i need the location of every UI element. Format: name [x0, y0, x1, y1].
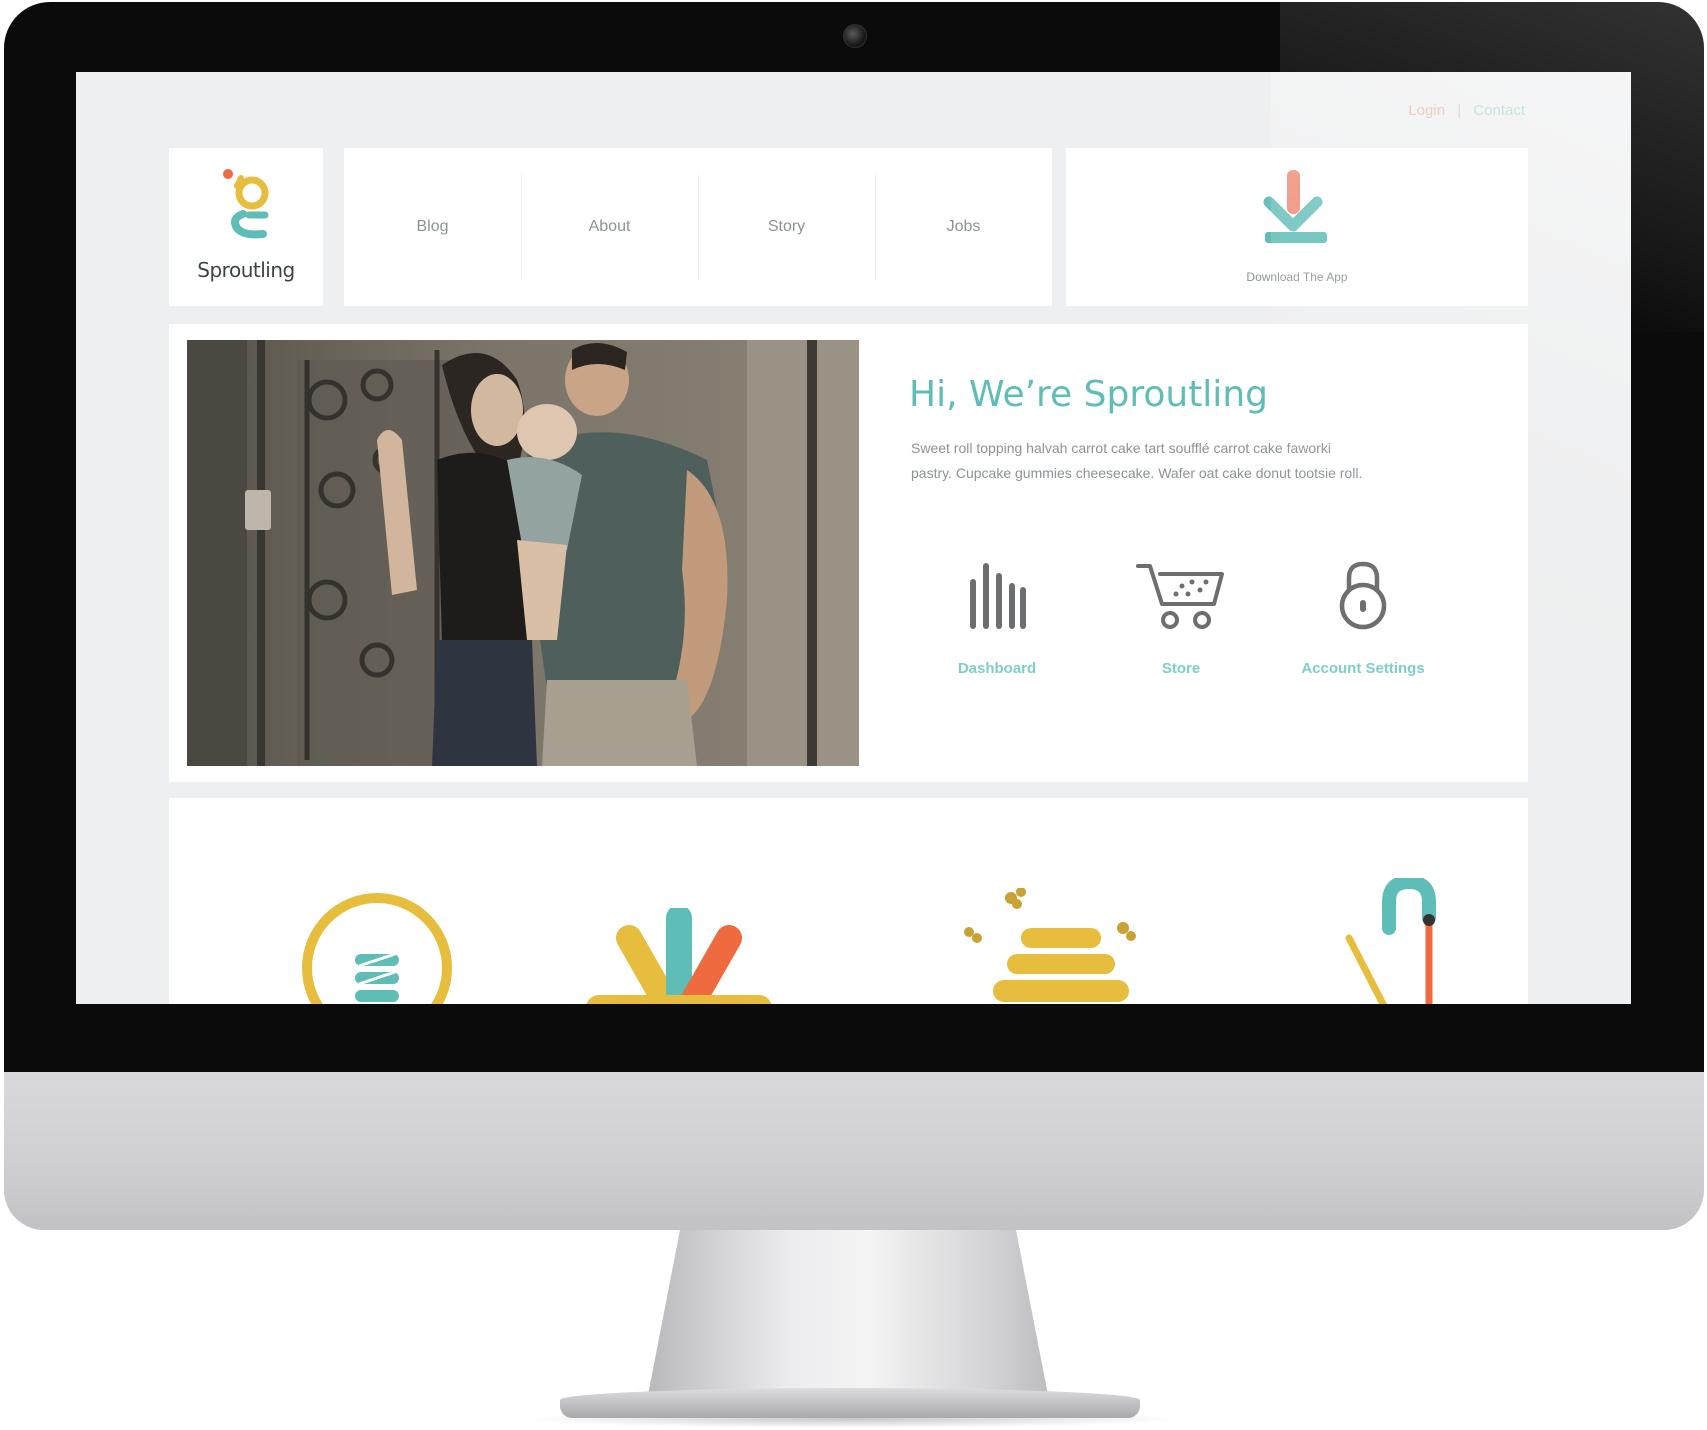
sprout-burst-icon: [586, 908, 772, 1004]
coin-stack-icon: [302, 893, 452, 1004]
download-app-label: Download The App: [1246, 270, 1348, 284]
dashboard-link[interactable]: Dashboard: [907, 560, 1087, 677]
monitor-base: [560, 1388, 1140, 1418]
safety-pin-icon: [1345, 878, 1436, 1004]
cart-icon: [1136, 564, 1224, 629]
account-settings-link[interactable]: Account Settings: [1273, 560, 1453, 677]
account-settings-label: Account Settings: [1301, 660, 1425, 677]
nav-item-blog[interactable]: Blog: [344, 148, 521, 306]
camera-icon: [843, 24, 867, 48]
nav-item-story[interactable]: Story: [698, 148, 875, 306]
store-link[interactable]: Store: [1091, 560, 1271, 677]
monitor-chin: [4, 1072, 1704, 1230]
top-links: Login | Contact: [1408, 102, 1525, 119]
nav-item-about[interactable]: About: [521, 148, 698, 306]
sproutling-logo-icon: [223, 169, 269, 239]
top-links-separator: |: [1457, 102, 1462, 119]
hero-description: Sweet roll topping halvah carrot cake ta…: [911, 440, 1363, 481]
monitor-stand: [648, 1230, 1048, 1395]
download-icon: [1263, 170, 1327, 243]
hero-title: Hi, We’re Sproutling: [909, 374, 1268, 415]
brand-name: Sproutling: [197, 258, 295, 282]
pancake-stack-icon: [964, 888, 1136, 1002]
main-nav: Blog About Story Jobs: [344, 148, 1052, 306]
nav-item-jobs[interactable]: Jobs: [875, 148, 1052, 306]
family-photo: [187, 340, 859, 766]
lock-icon: [1339, 561, 1387, 630]
dashboard-label: Dashboard: [957, 660, 1037, 677]
download-app-button[interactable]: Download The App: [1066, 148, 1528, 306]
login-link[interactable]: Login: [1408, 102, 1445, 119]
browser-viewport: Login | Contact Sproutling Blog About St…: [76, 72, 1631, 1004]
store-label: Store: [1161, 660, 1201, 677]
bars-icon: [970, 563, 1026, 629]
logo-panel[interactable]: Sproutling: [169, 148, 323, 306]
features-section: [169, 798, 1528, 1004]
contact-link[interactable]: Contact: [1473, 102, 1525, 119]
hero-section: Hi, We’re Sproutling Sweet roll topping …: [169, 324, 1528, 782]
